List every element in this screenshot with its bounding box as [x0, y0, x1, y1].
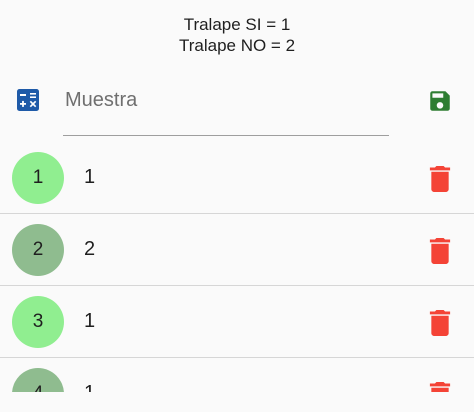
trash-icon[interactable] — [429, 238, 451, 264]
summary-no-text: Tralape NO = 2 — [178, 36, 296, 55]
row-avatar: 1 — [12, 152, 64, 204]
list-item[interactable]: 3 1 — [0, 286, 474, 358]
row-value: 1 — [84, 382, 95, 392]
row-avatar: 2 — [12, 224, 64, 276]
list-item[interactable]: 4 1 — [0, 358, 474, 392]
row-value: 1 — [84, 166, 96, 188]
row-avatar: 4 — [12, 368, 64, 392]
trash-icon[interactable] — [429, 166, 451, 192]
summary-si-text: Tralape SI = 1 — [183, 15, 291, 34]
list-item[interactable]: 1 1 — [0, 142, 474, 214]
row-index: 1 — [32, 167, 44, 188]
row-value: 1 — [84, 310, 96, 332]
calculator-icon[interactable] — [16, 88, 40, 112]
sample-input[interactable] — [63, 80, 389, 136]
row-index: 4 — [33, 383, 44, 392]
row-index: 3 — [32, 311, 44, 332]
sample-list: 1 1 2 2 3 1 4 — [0, 142, 474, 392]
trash-icon[interactable] — [429, 382, 451, 392]
summary-header: Tralape SI = 1 Tralape NO = 2 — [0, 14, 474, 56]
save-icon[interactable] — [427, 88, 453, 114]
row-value: 2 — [84, 238, 96, 260]
row-index: 2 — [32, 239, 44, 260]
row-avatar: 3 — [12, 296, 64, 348]
trash-icon[interactable] — [429, 310, 451, 336]
list-item[interactable]: 2 2 — [0, 214, 474, 286]
